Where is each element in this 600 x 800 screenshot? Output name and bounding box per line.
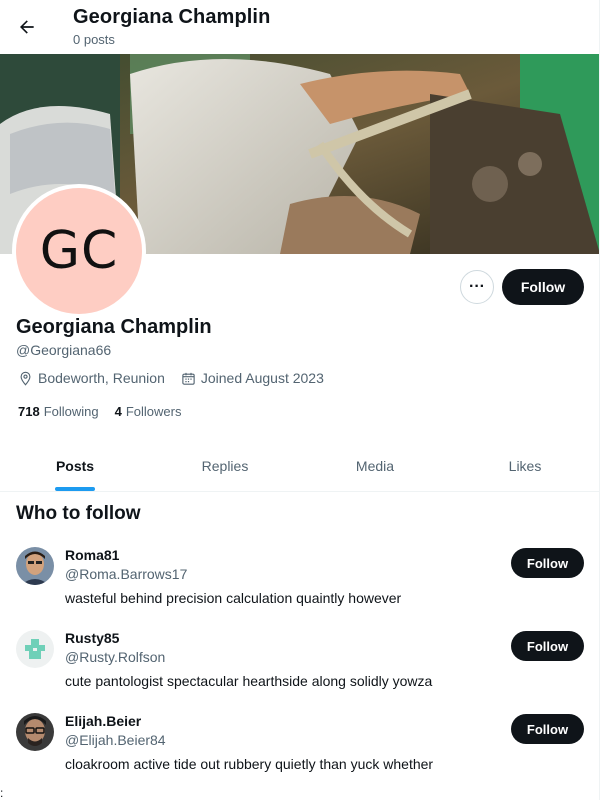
calendar-icon [182,372,195,385]
followers-link[interactable]: 4 Followers [115,404,182,419]
suggested-user-name[interactable]: Elijah.Beier [65,713,141,729]
suggested-user-bio: cute pantologist spectacular hearthside … [65,673,433,689]
active-tab-indicator [55,487,95,491]
followers-label: Followers [125,404,182,419]
follow-counts: 718 Following 4 Followers [18,404,197,419]
joined-item: Joined August 2023 [181,370,324,386]
suggested-user-name[interactable]: Rusty85 [65,630,119,646]
suggested-user-bio: wasteful behind precision calculation qu… [65,590,402,606]
tab-media[interactable]: Media [300,440,450,491]
suggested-follow-button[interactable]: Follow [511,714,584,744]
tab-posts[interactable]: Posts [0,440,150,491]
location-text: Bodeworth, Reunion [38,370,165,386]
profile-tabs: Posts Replies Media Likes [0,440,600,492]
tab-replies-label: Replies [201,457,249,474]
suggested-user-handle: @Roma.Barrows17 [65,566,188,582]
back-button[interactable] [10,10,44,44]
suggested-user-handle: @Elijah.Beier84 [65,732,166,748]
suggested-user-name[interactable]: Roma81 [65,547,119,563]
top-bar: Georgiana Champlin 0 posts [0,0,600,54]
avatar-initials: GC [16,188,142,314]
tab-replies[interactable]: Replies [150,440,300,491]
tab-media-label: Media [355,457,395,474]
suggested-follow-button[interactable]: Follow [511,548,584,578]
arrow-left-icon [20,20,34,34]
suggested-user[interactable]: Rusty85 @Rusty.Rolfson cute pantologist … [16,630,588,700]
following-count: 718 [18,404,40,419]
follow-button[interactable]: Follow [502,269,584,305]
who-to-follow-title: Who to follow [16,503,141,524]
suggested-follow-button[interactable]: Follow [511,631,584,661]
suggested-user[interactable]: Elijah.Beier @Elijah.Beier84 cloakroom a… [16,713,588,783]
stray-text: : [0,786,4,800]
suggested-user-handle: @Rusty.Rolfson [65,649,166,665]
following-link[interactable]: 718 Following [18,404,99,419]
suggested-user[interactable]: Roma81 @Roma.Barrows17 wasteful behind p… [16,547,588,617]
more-icon: ··· [469,278,485,295]
joined-text: Joined August 2023 [200,370,324,386]
suggested-user-avatar[interactable] [16,630,54,668]
profile-handle: @Georgiana66 [16,342,112,358]
suggested-user-avatar[interactable] [16,713,54,751]
location-pin-icon [20,371,31,386]
header-post-count: 0 posts [73,32,115,47]
tab-likes[interactable]: Likes [450,440,600,491]
following-label: Following [43,404,99,419]
suggested-user-bio: cloakroom active tide out rubbery quietl… [65,756,434,772]
profile-meta: Bodeworth, Reunion Joined August 2023 [18,370,340,386]
profile-avatar[interactable]: GC [12,184,146,318]
header-title: Georgiana Champlin [73,6,271,28]
profile-name: Georgiana Champlin [16,316,212,338]
suggested-user-avatar[interactable] [16,547,54,585]
tab-posts-label: Posts [55,457,95,474]
location-item: Bodeworth, Reunion [18,370,165,386]
more-options-button[interactable]: ··· [460,270,494,304]
followers-count: 4 [114,404,122,419]
tab-likes-label: Likes [508,457,542,474]
